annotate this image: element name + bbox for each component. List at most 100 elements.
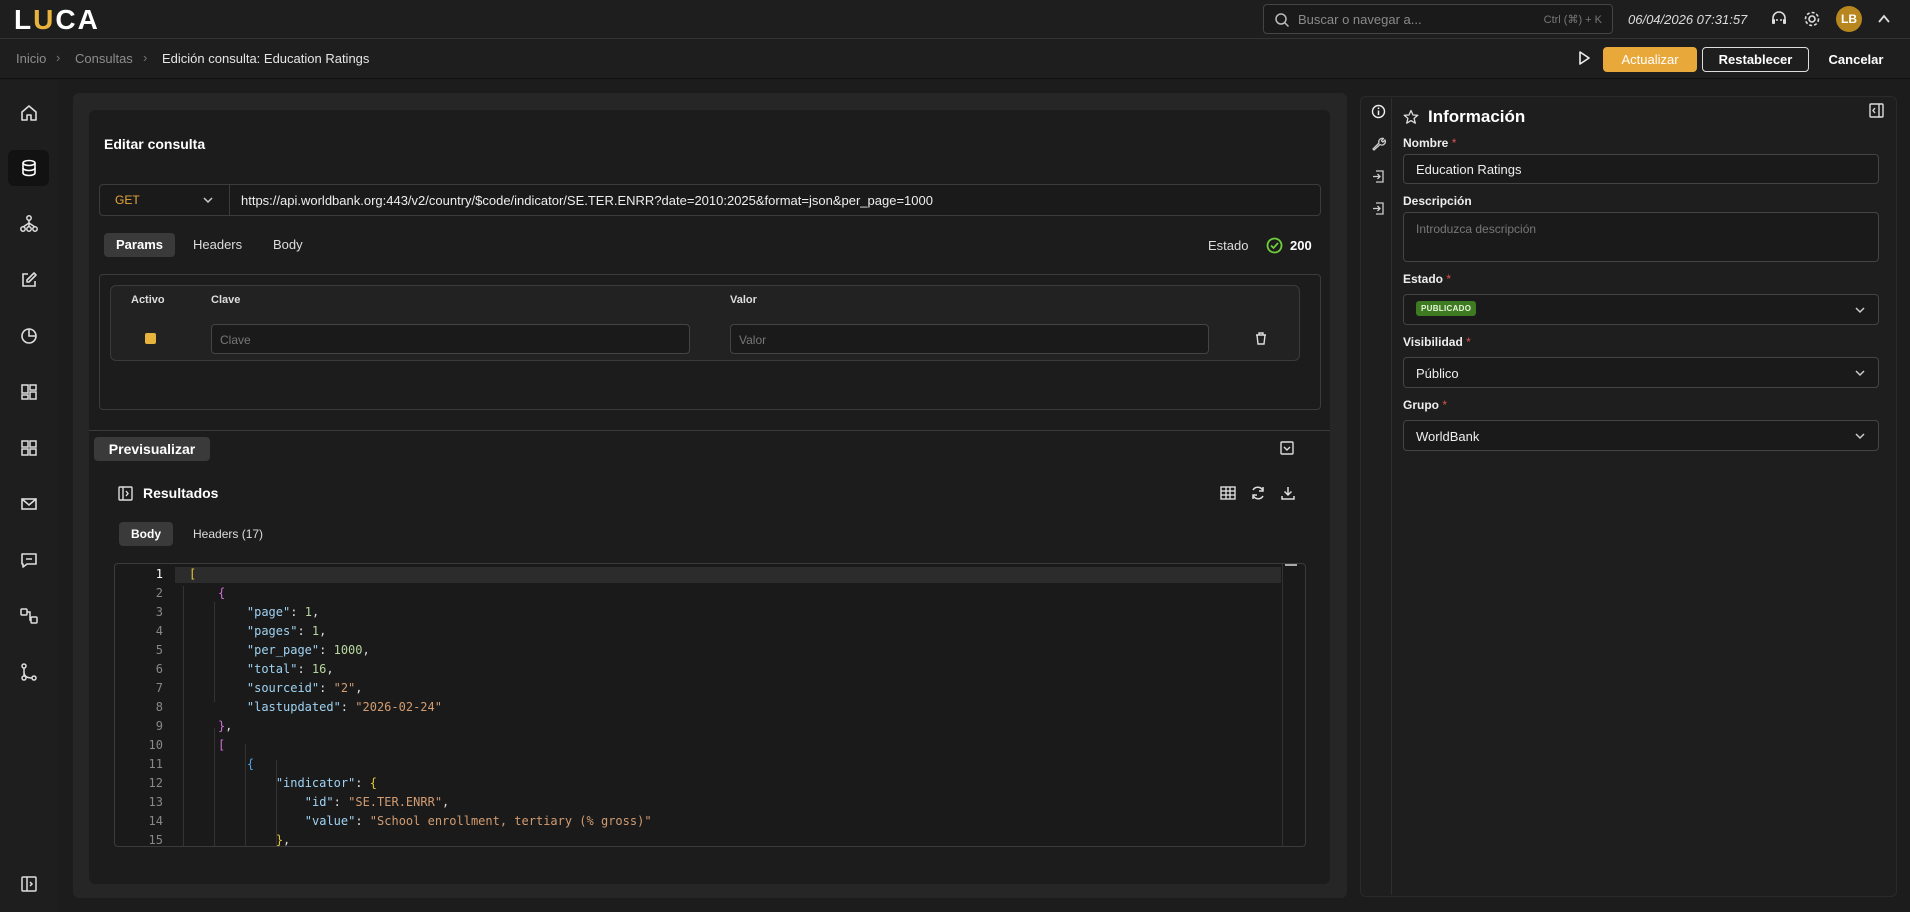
workflow-icon[interactable]	[19, 606, 39, 626]
table-view-icon[interactable]	[1220, 485, 1236, 501]
check-circle-icon	[1266, 237, 1283, 254]
param-key-placeholder: Clave	[220, 333, 251, 347]
url-input[interactable]: https://api.worldbank.org:443/v2/country…	[241, 193, 933, 208]
param-active-checkbox[interactable]	[145, 333, 156, 344]
code-editor[interactable]: 1 2 3 4 5 6 7 8 9 10 11 12 13 14 15 [ { …	[114, 563, 1306, 847]
preview-button[interactable]: Previsualizar	[94, 437, 210, 461]
status-label: Estado	[1208, 238, 1249, 253]
tab-body[interactable]: Body	[261, 233, 315, 257]
pie-chart-icon[interactable]	[19, 326, 39, 346]
chat-icon[interactable]	[19, 550, 39, 570]
edit-icon[interactable]	[19, 270, 39, 290]
support-icon[interactable]	[1770, 10, 1788, 28]
required-mark: *	[1451, 136, 1457, 150]
gear-icon[interactable]	[1803, 10, 1821, 28]
visibility-select[interactable]: Público	[1403, 357, 1879, 388]
state-label-text: Estado	[1403, 272, 1444, 286]
code-line: {	[246, 757, 255, 771]
column-active: Activo	[131, 294, 165, 306]
datetime: 06/04/2026 07:31:57	[1628, 12, 1748, 27]
chevron-up-icon[interactable]	[1877, 12, 1891, 26]
search-shortcut: Ctrl (⌘) + K	[1543, 14, 1602, 26]
code-line: "value": "School enrollment, tertiary (%…	[304, 814, 652, 828]
app-logo[interactable]: LUCA	[14, 4, 100, 36]
line-number: 4	[155, 624, 163, 638]
sidebar-toggle-icon[interactable]	[19, 874, 39, 894]
code-line: [	[217, 738, 226, 752]
update-button[interactable]: Actualizar	[1603, 47, 1697, 72]
column-value: Valor	[730, 294, 757, 306]
editor-title: Editar consulta	[104, 136, 206, 152]
code-line: "page": 1,	[246, 605, 320, 619]
minimap-border	[1282, 564, 1283, 846]
info-panel-tabs	[1362, 98, 1392, 895]
indent-guide	[183, 586, 184, 846]
info-icon[interactable]	[1371, 104, 1386, 119]
tab-params[interactable]: Params	[104, 233, 175, 257]
param-value-input[interactable]: Valor	[730, 324, 1209, 354]
run-icon[interactable]	[1577, 51, 1591, 65]
branch-icon[interactable]	[19, 662, 39, 682]
description-label: Descripción	[1403, 194, 1472, 208]
visibility-label-text: Visibilidad	[1403, 335, 1463, 349]
chevron-down-icon	[1854, 367, 1866, 379]
group-value: WorldBank	[1416, 429, 1480, 444]
results-title: Resultados	[143, 485, 219, 501]
status-code: 200	[1290, 238, 1312, 253]
home-icon[interactable]	[19, 103, 39, 123]
name-value: Education Ratings	[1416, 162, 1522, 177]
export-icon[interactable]	[1371, 201, 1386, 216]
description-textarea[interactable]: Introduzca descripción	[1403, 212, 1879, 262]
trash-icon[interactable]	[1255, 332, 1267, 345]
reset-button[interactable]: Restablecer	[1702, 47, 1809, 72]
visibility-value: Público	[1416, 366, 1459, 381]
code-line: "total": 16,	[246, 662, 334, 676]
line-number: 3	[155, 605, 163, 619]
code-line: "per_page": 1000,	[246, 643, 370, 657]
network-icon[interactable]	[19, 214, 39, 234]
global-search[interactable]: Ctrl (⌘) + K	[1263, 4, 1613, 34]
dashboard-icon[interactable]	[19, 382, 39, 402]
status-badge: PUBLICADO	[1416, 301, 1477, 316]
refresh-icon[interactable]	[1250, 485, 1266, 501]
chevron-down-icon	[1854, 430, 1866, 442]
code-line: "id": "SE.TER.ENRR",	[304, 795, 450, 809]
star-icon[interactable]	[1403, 109, 1419, 125]
code-line: "lastupdated": "2026-02-24"	[246, 700, 442, 714]
avatar[interactable]: LB	[1836, 6, 1862, 32]
info-title: Información	[1428, 107, 1526, 126]
line-number: 11	[148, 757, 163, 771]
line-number: 9	[155, 719, 163, 733]
breadcrumb-queries[interactable]: Consultas	[75, 51, 133, 66]
line-number: 15	[148, 833, 163, 847]
wrench-icon[interactable]	[1371, 136, 1386, 151]
line-number: 6	[155, 662, 163, 676]
code-line: },	[217, 719, 233, 733]
line-number: 13	[148, 795, 163, 809]
minimap-slider[interactable]	[1285, 564, 1297, 566]
line-number: 2	[155, 586, 163, 600]
apps-icon[interactable]	[19, 438, 39, 458]
results-tab-body[interactable]: Body	[119, 522, 173, 546]
results-panel-icon	[118, 486, 133, 501]
cancel-button[interactable]: Cancelar	[1816, 47, 1896, 72]
collapse-preview-icon[interactable]	[1280, 441, 1294, 455]
param-key-input[interactable]: Clave	[211, 324, 690, 354]
chevron-down-icon	[1854, 304, 1866, 316]
required-mark: *	[1466, 335, 1471, 349]
database-icon[interactable]	[19, 158, 39, 178]
method-select[interactable]: GET	[100, 185, 230, 215]
breadcrumb-home[interactable]: Inicio	[16, 51, 46, 66]
mail-icon[interactable]	[19, 494, 39, 514]
line-number: 1	[155, 567, 163, 581]
import-icon[interactable]	[1371, 169, 1386, 184]
current-line-highlight	[175, 567, 1281, 583]
results-tab-headers[interactable]: Headers (17)	[181, 522, 275, 546]
download-icon[interactable]	[1280, 485, 1296, 501]
search-input[interactable]	[1298, 10, 1518, 28]
tab-headers[interactable]: Headers	[181, 233, 254, 257]
collapse-panel-icon[interactable]	[1869, 103, 1884, 118]
group-select[interactable]: WorldBank	[1403, 420, 1879, 451]
name-input[interactable]: Education Ratings	[1403, 154, 1879, 184]
state-select[interactable]: PUBLICADO	[1403, 294, 1879, 325]
